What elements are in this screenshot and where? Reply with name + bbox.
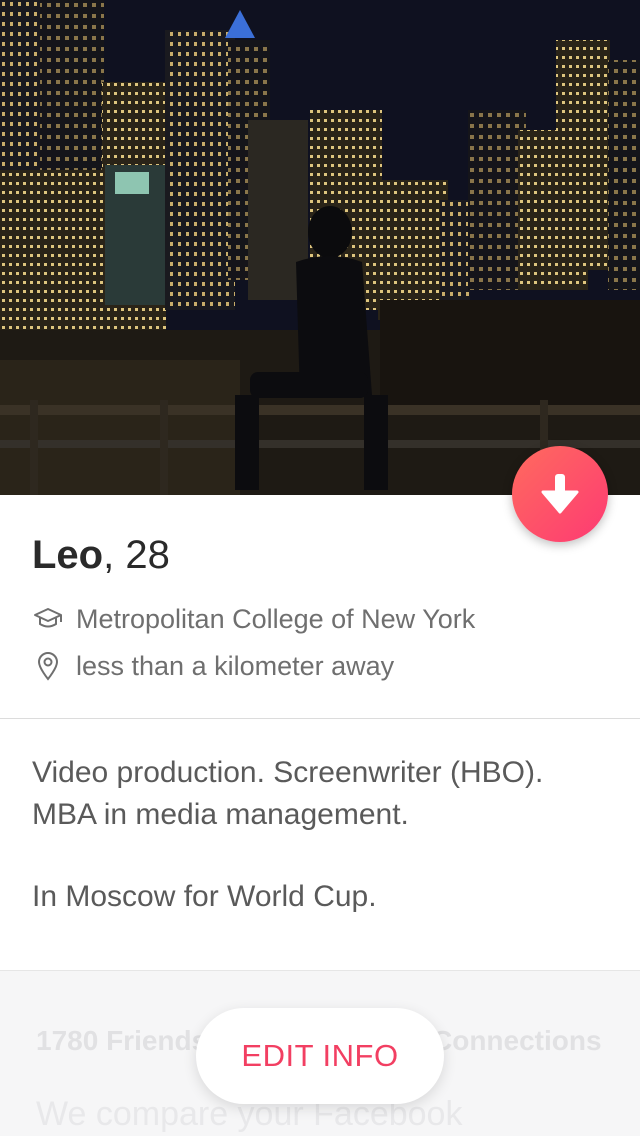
distance-text: less than a kilometer away	[76, 650, 395, 681]
school-row: Metropolitan College of New York	[32, 603, 475, 635]
bio-section: Video production. Screenwriter (HBO). MB…	[32, 752, 622, 918]
location-pin-icon	[32, 650, 64, 682]
name-age: Leo, 28	[32, 533, 170, 578]
city-skyline-image	[0, 0, 640, 495]
connections-label: Connections	[432, 1025, 602, 1056]
distance-row: less than a kilometer away	[32, 650, 394, 682]
bio-line: In Moscow for World Cup.	[32, 880, 377, 913]
profile-name: Leo	[32, 533, 104, 577]
bio-line: Video production. Screenwriter (HBO).	[32, 756, 544, 789]
arrow-down-icon	[541, 474, 579, 514]
profile-photo[interactable]	[0, 0, 640, 495]
section-divider	[0, 718, 640, 719]
edit-info-button[interactable]: EDIT INFO	[196, 1008, 444, 1104]
bio-line: MBA in media management.	[32, 798, 409, 831]
friends-count: 1780 Friends	[36, 1025, 208, 1056]
profile-age: , 28	[103, 533, 170, 577]
collapse-profile-button[interactable]	[512, 446, 608, 542]
graduation-cap-icon	[32, 603, 64, 635]
school-text: Metropolitan College of New York	[76, 603, 476, 634]
